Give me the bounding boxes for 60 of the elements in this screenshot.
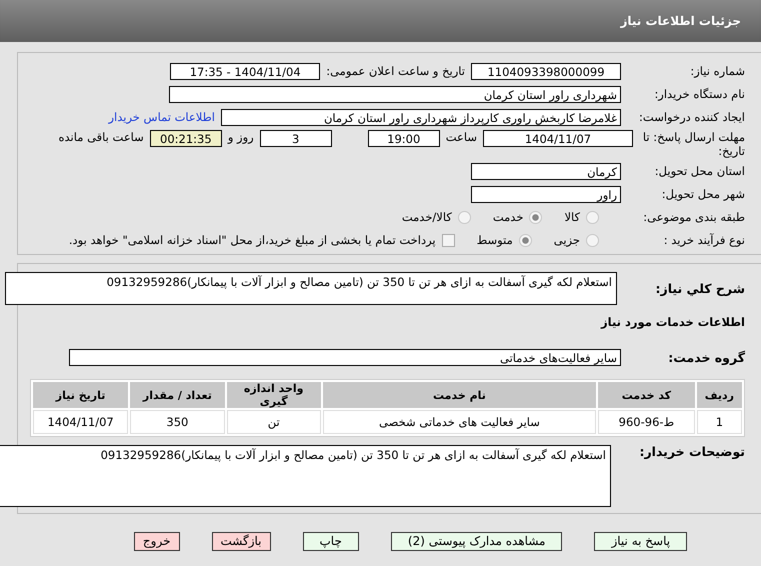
radio-label: جزیی <box>554 233 580 247</box>
buyer-org-field: شهرداری راور استان کرمان <box>169 86 621 102</box>
radio-button[interactable] <box>529 210 542 224</box>
section-heading: اطلاعات خدمات مورد نیاز <box>600 314 746 329</box>
field-label: گروه خدمت: <box>667 350 746 364</box>
column-header: تعداد / مقدار <box>130 382 225 408</box>
table-cell: 350 <box>130 410 225 434</box>
table-cell: 1 <box>696 410 742 434</box>
field-label: مهلت ارسال پاسخ: تا تاریخ: <box>642 130 746 158</box>
radio-button[interactable] <box>458 210 471 224</box>
radio-button[interactable] <box>586 234 599 246</box>
checkbox[interactable] <box>442 234 455 246</box>
field-label: شماره نیاز: <box>689 64 746 78</box>
action-button[interactable]: مشاهده مدارک پیوستی (2) <box>390 532 562 551</box>
province-field: کرمان <box>471 162 621 180</box>
field-label: ایجاد کننده درخواست: <box>638 110 746 124</box>
field-label: استان محل تحویل: <box>654 164 746 178</box>
need-number-field: 1104093398000099 <box>471 62 621 80</box>
table-cell: 1404/11/07 <box>33 410 128 434</box>
column-header: تاریخ نیاز <box>33 382 128 408</box>
column-header: کد خدمت <box>598 382 695 408</box>
field-label: ساعت باقی مانده <box>58 130 145 144</box>
announce-date-field: 1404/11/04 - 17:35 <box>170 62 320 80</box>
field-label: نوع فرآیند خرید : <box>662 233 746 247</box>
field-label: شرح کلي نياز: <box>654 281 746 296</box>
city-field: راور <box>471 186 621 202</box>
column-header: ردیف <box>696 382 742 408</box>
checkbox-label: پرداخت تمام یا بخشی از مبلغ خرید،از محل "اسناد خزانه اسلامی" خواهد بود. <box>68 233 436 247</box>
radio-button[interactable] <box>518 234 532 246</box>
field-label: نام دستگاه خریدار: <box>653 87 746 101</box>
radio-label: خدمت <box>492 210 524 224</box>
summary-textarea: استعلام لکه گیری آسفالت به ازای هر تن تا 350 تن (تامین مصالح و ابزار آلات با پیمانکار)09132959286 <box>5 272 617 305</box>
deadline-date-field: 1404/11/07 <box>483 130 633 147</box>
table-cell: سایر فعالیت های خدماتی شخصی <box>322 410 596 434</box>
field-label: روز و <box>226 130 255 144</box>
field-label: توضیحات خریدار: <box>638 445 746 459</box>
deadline-time-field: 19:00 <box>368 130 440 147</box>
buyer-contact-link[interactable]: اطلاعات تماس خریدار <box>108 110 221 124</box>
action-button[interactable]: خروج <box>134 532 180 551</box>
field-label: ساعت <box>444 130 478 144</box>
field-label: شهر محل تحویل: <box>660 187 746 201</box>
creator-field: غلامرضا کاربخش راوری کارپرداز شهرداری راور استان کرمان <box>221 108 621 126</box>
radio-button[interactable] <box>586 210 599 224</box>
remaining-time-field: 00:21:35 <box>150 130 222 147</box>
radio-label: کالا <box>564 210 580 224</box>
radio-label: متوسط <box>476 233 513 247</box>
service-group-field: سایر فعالیت‌های خدماتی <box>69 348 621 366</box>
table-cell: ط-96-960 <box>598 410 695 434</box>
page-title: جزئیات اطلاعات نیاز <box>620 14 741 28</box>
action-button[interactable]: پاسخ به نیاز <box>594 532 688 551</box>
days-field: 3 <box>260 130 332 147</box>
action-button[interactable]: چاپ <box>302 532 359 551</box>
column-header: واحد اندازه گیری <box>226 382 321 408</box>
column-header: نام خدمت <box>322 382 596 408</box>
field-label: طبقه بندی موضوعی: <box>642 210 746 224</box>
buyer-notes-textarea: استعلام لکه گیری آسفالت به ازای هر تن تا 350 تن (تامین مصالح و ابزار آلات با پیمانکار)09132959286 <box>0 445 611 507</box>
action-button[interactable]: بازگشت <box>212 532 270 551</box>
radio-label: کالا/خدمت <box>402 210 452 224</box>
field-label: تاریخ و ساعت اعلان عمومی: <box>325 64 466 78</box>
table-cell: تن <box>226 410 321 434</box>
